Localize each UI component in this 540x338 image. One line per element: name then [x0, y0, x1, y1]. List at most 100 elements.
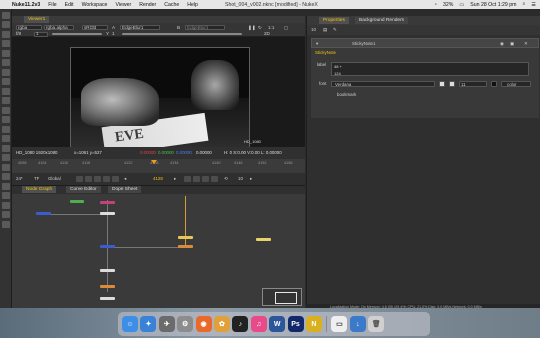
battery-icon[interactable]: ▭ — [459, 2, 464, 8]
scripts-tool-icon[interactable] — [2, 192, 10, 199]
tab-background-renders[interactable]: Background Renders — [355, 17, 409, 24]
particles-tool-icon[interactable] — [2, 154, 10, 161]
photoshop-icon[interactable]: Ps — [287, 316, 304, 332]
image-tool-icon[interactable] — [2, 11, 10, 19]
node-graph-panel[interactable]: Node Graph Curve Editor Dope Sheet — [12, 186, 305, 308]
help-tool-icon[interactable] — [2, 211, 10, 218]
viewer-canvas[interactable]: EVE HD_1080 — [12, 37, 305, 148]
tf-dropdown[interactable]: TF — [34, 176, 39, 181]
launchpad-icon[interactable]: ✈ — [158, 316, 175, 332]
step-back-icon[interactable]: ◂ — [124, 176, 126, 182]
play-backward-button[interactable] — [94, 176, 101, 182]
metadata-tool-icon[interactable] — [2, 116, 10, 123]
trash-icon[interactable]: 🗑 — [368, 316, 385, 332]
photos-icon[interactable]: ✿ — [213, 316, 230, 332]
preview-icon[interactable]: ▭ — [331, 316, 348, 332]
clear-panels-icon[interactable]: ✎ — [333, 27, 337, 33]
tab-node-graph[interactable]: Node Graph — [22, 186, 57, 193]
search-icon[interactable]: ⌕ — [522, 1, 525, 8]
range-dropdown[interactable]: Global — [48, 176, 61, 181]
italic-toggle[interactable] — [449, 81, 455, 87]
node-name-field[interactable]: StickyNote1 — [352, 41, 375, 46]
timeline-ruler[interactable]: 4098 4104 4110 4116 4122 4128 4134 4140 … — [12, 159, 305, 173]
menu-render[interactable]: Render — [139, 2, 156, 8]
node-reformat[interactable] — [100, 285, 115, 288]
color-tool-icon[interactable] — [2, 49, 10, 57]
gizmo-tool-icon[interactable] — [2, 182, 10, 190]
menu-help[interactable]: Help — [187, 2, 198, 8]
menu-file[interactable]: File — [48, 2, 56, 8]
word-icon[interactable]: W — [269, 316, 286, 332]
menu-workspace[interactable]: Workspace — [82, 2, 108, 8]
keyer-tool-icon[interactable] — [2, 68, 10, 76]
region-icon[interactable]: ▢ — [284, 25, 288, 31]
zoom-value[interactable]: 1:1 — [268, 25, 274, 30]
toolsets-tool-icon[interactable] — [2, 125, 10, 133]
node-transform[interactable] — [178, 245, 193, 248]
playhead-marker[interactable] — [151, 160, 157, 164]
menu-viewer[interactable]: Viewer — [115, 2, 131, 8]
clock[interactable]: Sun 28 Oct 1:29 pm — [470, 2, 516, 8]
other-tool-icon[interactable] — [2, 135, 10, 142]
node-edgeblur[interactable] — [178, 236, 193, 239]
node-read[interactable] — [70, 200, 84, 203]
pause-icon[interactable]: ❚❚ — [248, 25, 256, 31]
current-frame-field[interactable]: 4128 — [153, 176, 163, 181]
step-back-button[interactable] — [103, 176, 110, 182]
close-panel-icon[interactable]: ✕ — [524, 41, 528, 47]
finder-icon[interactable]: ☺ — [122, 316, 138, 332]
draw-tool-icon[interactable] — [2, 21, 10, 28]
node-blur[interactable] — [36, 212, 51, 215]
firefox-icon[interactable]: ◉ — [195, 316, 212, 332]
tab-curve-editor[interactable]: Curve Editor — [66, 186, 101, 193]
first-frame-button[interactable] — [76, 176, 83, 182]
gain-slider[interactable] — [52, 33, 102, 35]
channel-tool-icon[interactable] — [2, 40, 10, 47]
play-forward-button[interactable] — [193, 176, 200, 182]
center-node-icon[interactable]: ◉ — [500, 41, 504, 47]
gamma-slider[interactable] — [122, 33, 242, 35]
lock-icon[interactable]: ▤ — [323, 27, 327, 33]
label-text-area[interactable]: 48 + 124 — [331, 62, 529, 76]
node-write[interactable] — [100, 297, 115, 300]
tab-viewer1[interactable]: Viewer1 — [24, 16, 50, 23]
tab-properties[interactable]: Properties — [319, 17, 349, 24]
node-graph-minimap[interactable] — [262, 288, 302, 306]
views-tool-icon[interactable] — [2, 106, 10, 114]
loop-icon[interactable]: ⟲ — [224, 176, 228, 182]
color-swatch[interactable] — [491, 81, 497, 87]
node-grade[interactable] — [100, 212, 115, 215]
node-tab-label[interactable]: StickyNote — [315, 50, 336, 55]
wifi-icon[interactable]: ◔ — [434, 2, 437, 8]
tab-dope-sheet[interactable]: Dope Sheet — [108, 186, 142, 193]
plugins-tool-icon[interactable] — [2, 173, 10, 180]
settings-tool-icon[interactable] — [2, 220, 10, 228]
fps-field[interactable]: 24* — [16, 176, 23, 181]
deep-tool-icon[interactable] — [2, 163, 10, 171]
proxy-mode[interactable]: 2D — [264, 31, 270, 36]
menu-app[interactable]: Nuke11.2v3 — [12, 2, 40, 8]
bookmark-checkbox[interactable]: bookmark — [337, 92, 356, 97]
filter-tool-icon[interactable] — [2, 59, 10, 66]
panel-toggle-icon[interactable]: ▾ — [316, 41, 318, 47]
node-crop[interactable] — [100, 269, 115, 272]
bold-toggle[interactable] — [439, 81, 445, 87]
merge-tool-icon[interactable] — [2, 78, 10, 85]
node-sticky-note[interactable] — [256, 238, 271, 241]
frame-range[interactable]: f/8 — [16, 31, 21, 36]
step-forward-icon[interactable]: ▸ — [174, 176, 176, 182]
3d-tool-icon[interactable] — [2, 97, 10, 104]
step-field[interactable]: 10 — [238, 176, 243, 181]
nuke-icon[interactable]: N — [305, 316, 322, 332]
node-roto[interactable] — [100, 201, 115, 204]
safari-icon[interactable]: ✦ — [140, 316, 157, 332]
system-preferences-icon[interactable]: ⚙ — [177, 316, 194, 332]
itunes-icon[interactable]: ♫ — [250, 316, 267, 332]
skip-forward-button[interactable] — [184, 176, 191, 182]
furnace-tool-icon[interactable] — [2, 144, 10, 152]
menu-edit[interactable]: Edit — [65, 2, 74, 8]
skip-back-button[interactable] — [112, 176, 119, 182]
logic-pro-icon[interactable]: ♪ — [232, 316, 249, 332]
prev-key-button[interactable] — [85, 176, 92, 182]
float-panel-icon[interactable]: ▣ — [510, 41, 514, 47]
